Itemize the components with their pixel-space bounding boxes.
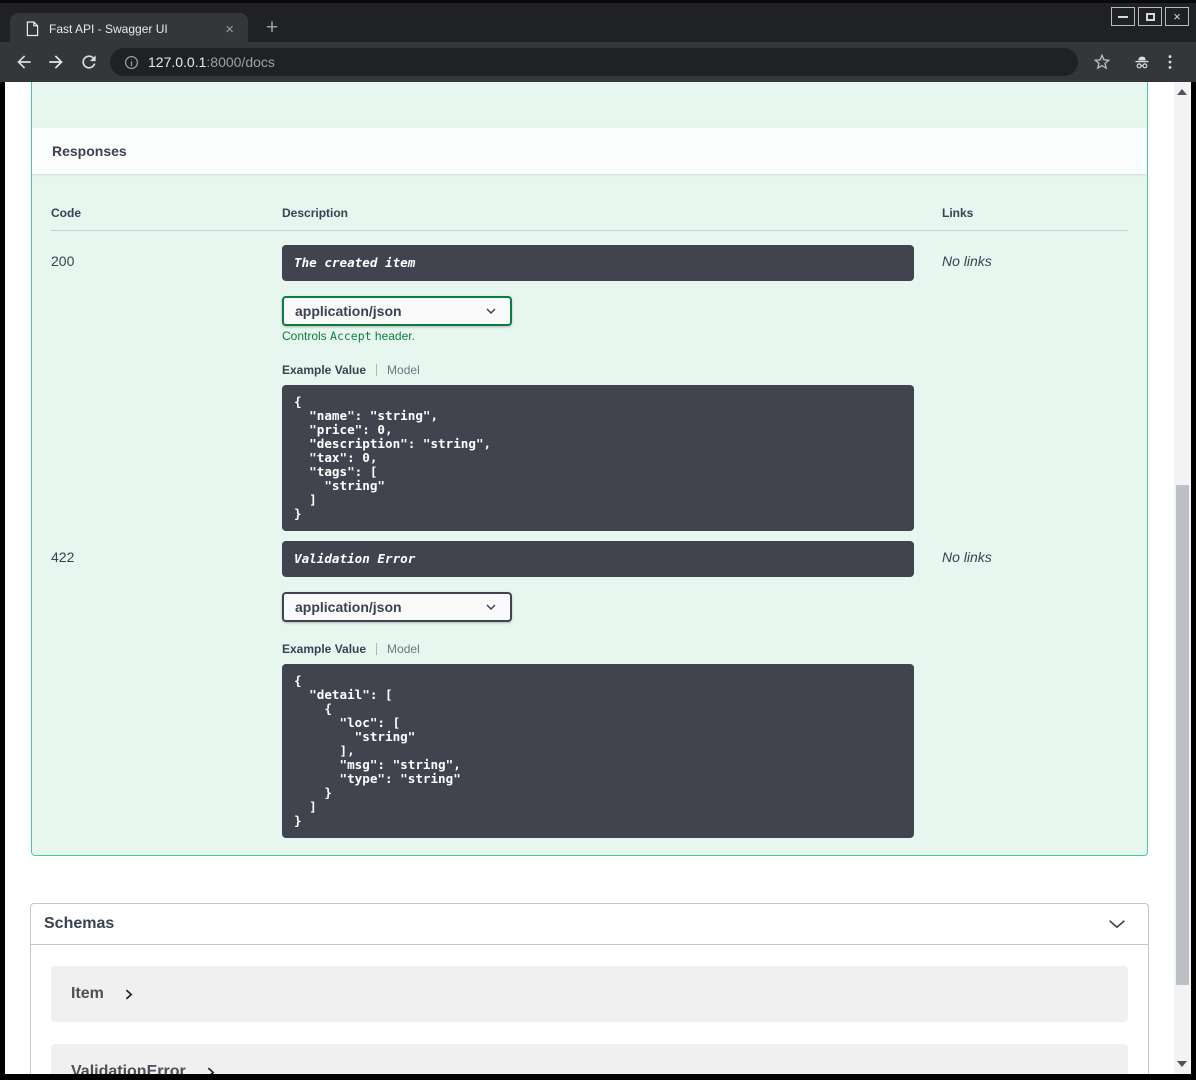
chevron-down-icon — [486, 604, 496, 611]
forward-button[interactable] — [46, 52, 66, 72]
chevron-down-icon — [486, 308, 496, 315]
schema-item[interactable]: Item — [51, 966, 1128, 1022]
url-host: 127.0.0.1 — [148, 54, 207, 70]
chevron-down-icon[interactable] — [1106, 913, 1128, 935]
responses-table-head: Code Description Links — [51, 206, 1128, 231]
response-description: The created item — [282, 245, 914, 281]
url-text: 127.0.0.1:8000/docs — [148, 54, 275, 70]
tab-close-icon[interactable]: × — [221, 22, 238, 37]
response-description: Validation Error — [282, 541, 914, 577]
browser-toolbar: 127.0.0.1:8000/docs — [0, 42, 1196, 82]
responses-section-header: Responses — [32, 128, 1147, 174]
example-json-block: { "detail": [ { "loc": [ "string" ], "ms… — [282, 664, 914, 838]
url-path: :8000/docs — [206, 54, 275, 70]
schemas-section: Schemas Item ValidationError — [30, 903, 1149, 1074]
minimize-icon — [1118, 15, 1128, 18]
responses-title: Responses — [52, 143, 127, 159]
new-tab-button[interactable]: + — [258, 15, 286, 43]
example-json-block: { "name": "string", "price": 0, "descrip… — [282, 385, 914, 531]
chevron-right-icon — [207, 1067, 215, 1074]
tab-title: Fast API - Swagger UI — [49, 22, 168, 36]
col-header-description: Description — [282, 206, 349, 220]
chevron-right-icon — [125, 989, 133, 999]
opblock-spacer — [32, 82, 1147, 128]
response-links: No links — [942, 549, 992, 565]
swagger-page: Responses Code Description Links 200 The… — [5, 82, 1174, 1074]
kebab-menu-icon — [1168, 55, 1172, 69]
media-type-value: application/json — [295, 303, 402, 319]
example-model-tabs: Example Value Model — [282, 642, 942, 656]
scrollbar-thumb[interactable] — [1176, 485, 1189, 985]
schema-validationerror[interactable]: ValidationError — [51, 1044, 1128, 1074]
tab-model[interactable]: Model — [387, 642, 420, 656]
tab-divider — [376, 643, 378, 655]
tab-model[interactable]: Model — [387, 363, 420, 377]
site-info-icon[interactable] — [124, 55, 139, 70]
maximize-icon — [1145, 12, 1155, 21]
response-description-cell: The created item application/json Contro… — [282, 245, 942, 531]
incognito-icon — [1135, 56, 1149, 69]
reload-button[interactable] — [79, 52, 99, 72]
url-bar[interactable]: 127.0.0.1:8000/docs — [110, 48, 1078, 76]
response-row-422: 422 Validation Error application/json Ex… — [51, 531, 1128, 838]
media-type-select[interactable]: application/json — [282, 296, 512, 326]
star-icon — [1093, 53, 1111, 70]
response-row-200: 200 The created item application/json Co… — [51, 231, 1128, 531]
close-button[interactable]: × — [1165, 7, 1189, 26]
browser-titlebar: Fast API - Swagger UI × + × — [0, 0, 1196, 45]
schema-validationerror-title: ValidationError — [71, 1063, 186, 1074]
back-arrow-icon — [17, 55, 31, 69]
page-scrollbar[interactable] — [1174, 82, 1191, 1074]
back-button[interactable] — [14, 52, 34, 72]
schemas-header[interactable]: Schemas — [31, 904, 1148, 945]
browser-menu-button[interactable] — [1160, 52, 1180, 72]
tab-example-value[interactable]: Example Value — [282, 363, 366, 377]
col-header-code: Code — [51, 206, 81, 220]
incognito-profile-button[interactable] — [1132, 52, 1152, 72]
browser-viewport: Responses Code Description Links 200 The… — [0, 82, 1196, 1080]
col-header-links: Links — [942, 206, 974, 220]
response-code: 200 — [51, 253, 75, 269]
schemas-title: Schemas — [44, 915, 115, 932]
example-model-tabs: Example Value Model — [282, 363, 942, 377]
maximize-button[interactable] — [1138, 7, 1162, 26]
accept-header-note: Controls Accept header. — [282, 329, 415, 343]
response-links: No links — [942, 253, 992, 269]
post-opblock-body: Responses Code Description Links 200 The… — [31, 82, 1148, 856]
reload-icon — [82, 55, 96, 69]
response-description-cell: Validation Error application/json Exampl… — [282, 541, 942, 838]
response-code: 422 — [51, 549, 75, 565]
media-type-select[interactable]: application/json — [282, 592, 512, 622]
tab-divider — [376, 364, 378, 376]
responses-table: Code Description Links 200 The created i… — [32, 206, 1147, 838]
schema-item-title: Item — [71, 985, 104, 1002]
document-favicon-icon — [26, 21, 39, 37]
bookmark-button[interactable] — [1092, 52, 1112, 72]
browser-tab[interactable]: Fast API - Swagger UI × — [10, 13, 248, 45]
tab-example-value[interactable]: Example Value — [282, 642, 366, 656]
scrollbar-down-arrow-icon[interactable] — [1177, 1061, 1187, 1067]
forward-arrow-icon — [49, 55, 63, 69]
minimize-button[interactable] — [1111, 7, 1135, 26]
window-controls: × — [1111, 7, 1189, 26]
media-type-value: application/json — [295, 599, 402, 615]
scrollbar-up-arrow-icon[interactable] — [1177, 89, 1187, 95]
